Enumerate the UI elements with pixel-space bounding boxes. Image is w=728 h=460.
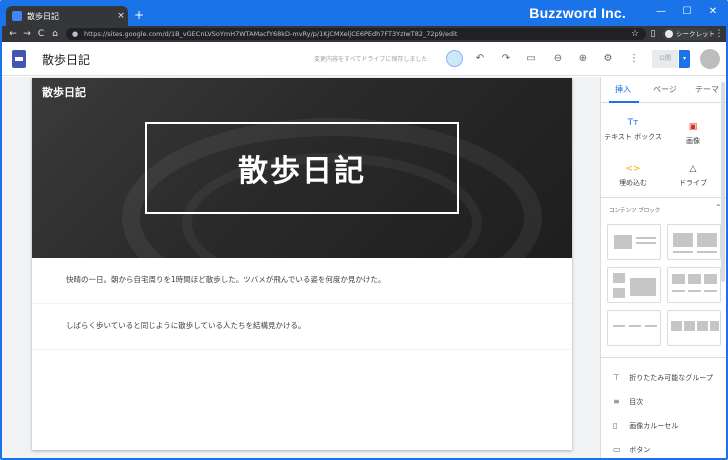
back-button[interactable]: ← <box>6 27 20 41</box>
drive-tool[interactable]: △ ドライブ <box>663 163 723 188</box>
home-button[interactable]: ⌂ <box>48 27 62 41</box>
tab-close-icon[interactable]: × <box>114 11 128 21</box>
incognito-label: シークレット <box>676 30 715 38</box>
list-label: ボタン <box>629 446 651 454</box>
paragraph-text[interactable]: 快晴の一日。朝から自宅周りを1時間ほど散歩した。ツバメが飛んでいる姿を何度か見か… <box>66 274 385 285</box>
image-icon: ▣ <box>688 122 698 132</box>
layout-block[interactable] <box>667 224 721 260</box>
image-tool[interactable]: ▣ 画像 <box>663 121 723 146</box>
button-icon: ▭ <box>613 445 621 454</box>
preview-icon[interactable]: ▭ <box>523 51 539 67</box>
paragraph-text[interactable]: しばらく歩いていると同じように散歩している人たちを結構見かける。 <box>66 320 306 331</box>
tab-title: 散歩日記 <box>27 11 59 21</box>
tool-label: テキスト ボックス <box>604 133 662 141</box>
sidepanel-icon[interactable]: ▯ <box>646 27 660 41</box>
collapsible-icon: ⊤ <box>613 373 620 382</box>
layout-block[interactable] <box>607 310 661 346</box>
tool-label: 画像 <box>686 137 700 145</box>
tab-pages[interactable]: ページ <box>653 84 677 95</box>
site-name[interactable]: 散歩日記 <box>42 51 90 68</box>
incognito-icon <box>665 30 673 38</box>
hero-title-box[interactable]: 散歩日記 <box>145 122 459 214</box>
incognito-indicator[interactable]: シークレット <box>662 28 715 40</box>
tab-themes[interactable]: テーマ <box>695 84 719 95</box>
panel-divider <box>601 357 726 358</box>
site-page: 散歩日記 散歩日記 快晴の一日。朝から自宅周りを1時間ほど散歩した。ツバメが飛ん… <box>32 78 572 450</box>
toc-icon: ≡ <box>613 397 620 406</box>
text-section[interactable]: しばらく歩いていると同じように散歩している人たちを結構見かける。 <box>32 304 572 350</box>
tool-label: ドライブ <box>679 179 707 187</box>
lock-icon: ● <box>72 30 79 38</box>
carousel-icon: ▯ <box>613 421 618 430</box>
minimize-button[interactable]: — <box>652 6 670 17</box>
more-options-icon[interactable]: ⋮ <box>626 51 642 67</box>
undo-icon[interactable]: ↶ <box>472 51 488 67</box>
settings-gear-icon[interactable]: ⚙ <box>600 51 616 67</box>
tab-strip: 散歩日記 × + Buzzword Inc. — ☐ ✕ <box>2 2 726 26</box>
content-blocks-heading: コンテンツ ブロック <box>609 208 661 214</box>
browser-window: 散歩日記 × + Buzzword Inc. — ☐ ✕ ← → C ⌂ ● h… <box>0 0 728 460</box>
tool-label: 埋め込む <box>619 179 647 187</box>
sites-header: 散歩日記 変更内容をすべてドライブに保存しました ↶ ↷ ▭ ⊖ ⊕ ⚙ ⋮ 公… <box>2 42 726 76</box>
browser-tab[interactable]: 散歩日記 × <box>6 6 128 26</box>
embed-tool[interactable]: <> 埋め込む <box>603 163 663 188</box>
publish-button[interactable]: 公開 <box>652 50 678 68</box>
toc-item[interactable]: ≡ 目次 <box>613 397 643 407</box>
panel-divider <box>601 197 726 198</box>
save-status: 変更内容をすべてドライブに保存しました <box>314 56 428 63</box>
sites-logo-icon[interactable] <box>12 50 26 68</box>
collapsible-group-item[interactable]: ⊤ 折りたたみ可能なグループ <box>613 373 713 383</box>
brand-watermark: Buzzword Inc. <box>529 5 626 21</box>
embed-icon: <> <box>625 164 641 174</box>
redo-icon[interactable]: ↷ <box>498 51 514 67</box>
maximize-button[interactable]: ☐ <box>678 6 696 17</box>
drive-icon: △ <box>689 164 697 174</box>
button-item[interactable]: ▭ ボタン <box>613 445 650 455</box>
collaborator-avatar[interactable] <box>446 50 463 67</box>
panel-tabs: 挿入 ページ テーマ <box>601 77 726 103</box>
layout-block[interactable] <box>667 267 721 303</box>
textbox-tool[interactable]: Tт テキスト ボックス <box>603 117 663 142</box>
address-bar[interactable]: ● https://sites.google.com/d/1B_vGECnLVS… <box>66 28 646 40</box>
bookmark-star-icon[interactable]: ☆ <box>628 27 642 41</box>
copy-link-icon[interactable]: ⊖ <box>550 51 566 67</box>
layout-block[interactable] <box>607 224 661 260</box>
list-label: 目次 <box>629 398 644 406</box>
new-tab-button[interactable]: + <box>132 8 146 22</box>
panel-scrollbar[interactable] <box>721 82 725 282</box>
reload-button[interactable]: C <box>34 27 48 41</box>
sites-favicon-icon <box>12 11 22 21</box>
text-section[interactable]: 快晴の一日。朝から自宅周りを1時間ほど散歩した。ツバメが飛んでいる姿を何度か見か… <box>32 258 572 304</box>
share-icon[interactable]: ⊕ <box>575 51 591 67</box>
active-tab-indicator <box>609 101 639 103</box>
account-avatar[interactable] <box>700 49 720 69</box>
text-box-icon: Tт <box>627 118 639 128</box>
url-text: https://sites.google.com/d/1B_vGECnLVSoY… <box>84 30 458 38</box>
hero-banner[interactable]: 散歩日記 散歩日記 <box>32 78 572 258</box>
hero-title[interactable]: 散歩日記 <box>238 146 366 190</box>
publish-dropdown-icon[interactable]: ▾ <box>679 50 690 68</box>
list-label: 画像カルーセル <box>629 422 679 430</box>
layout-block[interactable] <box>667 310 721 346</box>
forward-button[interactable]: → <box>20 27 34 41</box>
carousel-item[interactable]: ▯ 画像カルーセル <box>613 421 678 431</box>
chrome-menu-icon[interactable]: ⋮ <box>712 27 726 41</box>
layout-block[interactable] <box>607 267 661 303</box>
list-label: 折りたたみ可能なグループ <box>629 374 713 382</box>
hero-site-label[interactable]: 散歩日記 <box>42 84 86 100</box>
insert-panel: 挿入 ページ テーマ Tт テキスト ボックス ▣ 画像 <> 埋め込む △ ド… <box>600 77 726 458</box>
browser-toolbar: ← → C ⌂ ● https://sites.google.com/d/1B_… <box>2 26 726 42</box>
close-window-button[interactable]: ✕ <box>704 6 722 17</box>
tab-insert[interactable]: 挿入 <box>615 84 631 95</box>
